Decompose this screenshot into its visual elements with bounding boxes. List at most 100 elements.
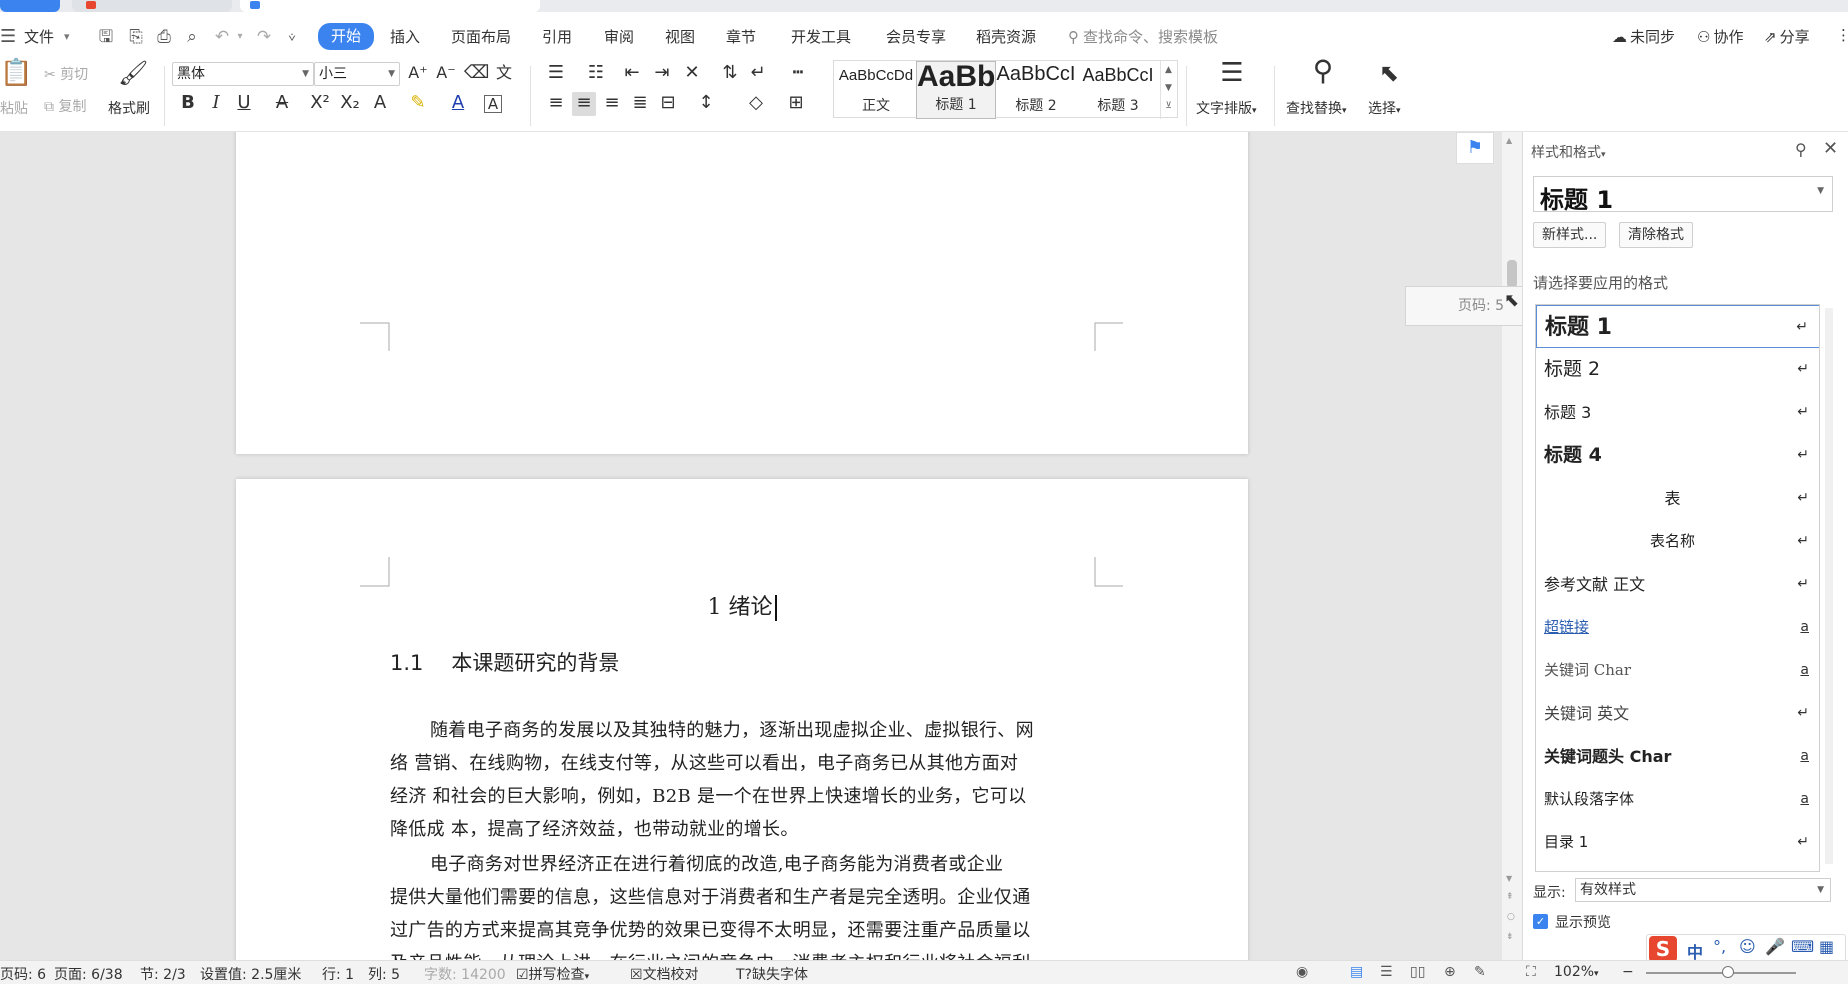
close-icon[interactable]: ✕ [1823,138,1838,159]
paragraph-line[interactable]: 电子商务对世界经济正在进行着彻底的改造,电子商务能为消费者或企业 [430,850,1003,876]
new-style-button[interactable]: 新样式... [1533,222,1607,248]
show-select[interactable]: 有效样式 ▼ [1575,878,1831,902]
tab-member[interactable]: 会员专享 [886,26,946,48]
current-style-select[interactable]: 标题 1 ▼ [1533,176,1833,214]
align-right-icon[interactable]: ≡ [600,92,624,116]
highlight-icon[interactable]: ✎ [406,92,430,116]
style-item-references[interactable]: 参考文献 正文 ↵ [1536,563,1819,606]
menu-file[interactable]: 文件 [24,26,54,48]
chevron-down-icon[interactable]: ▾ [64,26,70,48]
window-tab-document[interactable] [240,0,540,12]
scroll-down-icon[interactable]: ▼ [1506,874,1512,883]
paragraph-line[interactable]: 降低成 本，提高了经济效益，也带动就业的增长。 [390,815,799,841]
sync-button[interactable]: ☁ 未同步 [1612,26,1675,47]
decrease-indent-icon[interactable]: ⇤ [620,62,644,86]
style-heading1[interactable]: AaBb 标题 1 [916,61,996,119]
paragraph-line[interactable]: 随着电子商务的发展以及其独特的魅力，逐渐出现虚拟企业、虚拟银行、网 [430,716,1034,742]
numbered-list-icon[interactable]: ☷ [584,62,608,86]
chapter-heading[interactable]: 1 绪论 [236,589,1248,621]
text-direction-icon[interactable]: ✕ [680,62,704,86]
style-item-heading2[interactable]: 标题 2 ↵ [1536,348,1819,391]
reading-view-icon[interactable]: ▯▯ [1410,964,1425,980]
customize-toolbar-icon[interactable]: ⩒ [282,27,302,47]
strikethrough-icon[interactable]: A [270,92,294,116]
style-item-default-font[interactable]: 默认段落字体 a [1536,778,1819,821]
section-heading[interactable]: 1.1 本课题研究的背景 [390,647,619,677]
location-pin-icon[interactable]: ⚑ [1456,132,1494,164]
undo-dropdown-icon[interactable]: ▾ [230,27,250,47]
tab-view[interactable]: 视图 [665,26,695,48]
eye-icon[interactable]: ◉ [1296,964,1308,980]
paragraph-line[interactable]: 络 营销、在线购物，在线支付等，从这些可以看出，电子商务已从其他方面对 [390,749,1018,775]
shading-icon[interactable]: ◇ [744,92,768,116]
select-button[interactable]: 选择▾ [1368,98,1401,118]
style-item-table[interactable]: 表 ↵ [1536,477,1819,520]
style-heading3[interactable]: AaBbCcI 标题 3 [1078,61,1158,119]
zoom-slider-thumb[interactable] [1722,966,1734,978]
missing-font-button[interactable]: T?缺失字体 [736,964,808,984]
style-item-keyword-en[interactable]: 关键词 英文 ↵ [1536,692,1819,735]
ime-logo-icon[interactable]: S [1649,936,1677,962]
phonetic-icon[interactable]: 文 [492,62,516,86]
zoom-slider[interactable] [1646,972,1796,974]
tab-insert[interactable]: 插入 [390,26,420,48]
subscript-icon[interactable]: X₂ [338,92,362,116]
ime-keyboard-icon[interactable]: ⌨ [1791,937,1814,956]
line-spacing-icon[interactable]: ↕ [694,92,718,116]
scroll-up-icon[interactable]: ▲ [1506,136,1512,145]
font-size-select[interactable]: 小三 ▼ [314,62,400,86]
more-icon[interactable]: ⋮ [1836,26,1848,44]
outline-view-icon[interactable]: ☰ [1380,964,1393,980]
fit-page-icon[interactable]: ⛶ [1526,964,1536,980]
tab-review[interactable]: 审阅 [604,26,634,48]
style-item-heading4[interactable]: 标题 4 ↵ [1536,434,1819,477]
font-name-select[interactable]: 黑体 ▼ [172,62,314,86]
align-left-icon[interactable]: ≡ [544,92,568,116]
zoom-value[interactable]: 102%▾ [1554,964,1599,980]
style-heading2[interactable]: AaBbCcI 标题 2 [996,61,1076,119]
paste-icon[interactable]: 📋 [0,60,32,94]
share-button[interactable]: ⇗ 分享 [1764,26,1810,47]
web-view-icon[interactable]: ⊕ [1444,964,1456,980]
proofread-button[interactable]: ☒文档校对 [630,964,699,984]
tab-references[interactable]: 引用 [542,26,572,48]
paste-button[interactable]: 粘贴 [0,98,28,118]
style-item-keyword-head[interactable]: 关键词题头 Char a [1536,735,1819,778]
window-tab-home[interactable] [0,0,60,12]
tab-chapter[interactable]: 章节 [726,26,756,48]
text-layout-button[interactable]: 文字排版▾ [1196,98,1257,118]
save-icon[interactable]: 🖫 [96,27,116,47]
para-mark-icon[interactable]: ↵ [746,62,770,86]
underline-icon[interactable]: U [232,92,256,116]
ime-voice-icon[interactable]: 🎤 [1765,937,1785,956]
text-effect-icon[interactable]: A [368,92,392,116]
collab-button[interactable]: ⚇ 协作 [1697,26,1743,47]
ime-menu-icon[interactable]: ▦ [1819,937,1834,956]
style-item-hyperlink[interactable]: 超链接 a [1536,606,1819,649]
ime-emoji-icon[interactable]: ☺ [1739,937,1756,956]
style-list-scrollbar[interactable] [1825,308,1833,864]
superscript-icon[interactable]: X² [308,92,332,116]
pen-icon[interactable]: ✎ [1474,964,1486,980]
tab-home[interactable]: 开始 [318,23,375,50]
paragraph-line[interactable]: 经济 和社会的巨大影响，例如，B2B 是一个在世界上快速增长的业务，它可以 [390,782,1026,808]
vertical-scrollbar[interactable]: ▲ ▼ ⇞ ○ ⇟ [1502,132,1522,960]
grow-font-icon[interactable]: A⁺ [406,62,430,86]
shrink-font-icon[interactable]: A⁻ [434,62,458,86]
borders-icon[interactable]: ⊞ [784,92,808,116]
browse-object-icon[interactable]: ○ [1507,912,1515,922]
clear-format-button[interactable]: 清除格式 [1619,222,1693,248]
paragraph-line[interactable]: 提供大量他们需要的信息，这些信息对于消费者和生产者是完全透明。企业仅通 [390,883,1031,909]
scroll-thumb[interactable] [1507,260,1517,288]
cut-button[interactable]: ✂ 剪切 [44,64,88,84]
panel-title[interactable]: 样式和格式▾ [1531,142,1606,162]
next-page-icon[interactable]: ⇟ [1506,932,1514,942]
sort-icon[interactable]: ⇅ [718,62,742,86]
clear-format-icon[interactable]: ⌫ [464,62,489,86]
cursor-icon[interactable]: ⬉ [1374,61,1404,92]
style-item-toc1[interactable]: 目录 1 ↵ [1536,821,1819,864]
redo-icon[interactable]: ↷ [254,27,274,47]
paragraph-line[interactable]: 过广告的方式来提高其竞争优势的效果已变得不太明显，还需要注重产品质量以 [390,916,1031,942]
print-icon[interactable]: ⎙ [154,27,174,47]
tab-page-layout[interactable]: 页面布局 [451,26,511,48]
